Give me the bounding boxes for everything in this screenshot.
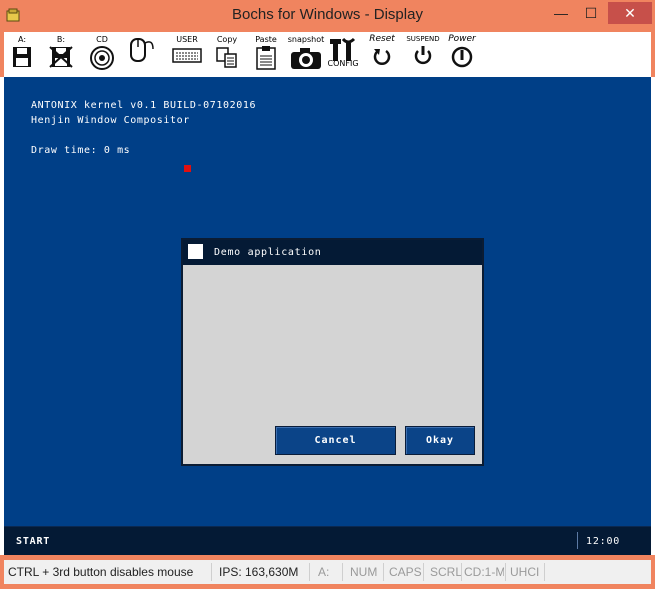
copy-label: Copy: [216, 35, 238, 44]
config-button[interactable]: CONFIG: [326, 32, 360, 77]
floppy-a-button[interactable]: A:: [8, 32, 36, 77]
status-num-lock: NUM: [350, 565, 378, 579]
floppy-a-label: A:: [17, 35, 27, 44]
power-icon: [451, 46, 473, 68]
okay-button[interactable]: Okay: [405, 426, 475, 455]
floppy-b-label: B:: [56, 35, 66, 44]
snapshot-button[interactable]: snapshot: [286, 32, 326, 77]
status-bar: CTRL + 3rd button disables mouse IPS: 16…: [0, 555, 655, 589]
reset-icon: [373, 49, 391, 65]
reset-label: Reset: [369, 34, 395, 44]
paste-button[interactable]: Paste: [250, 32, 282, 77]
cdrom-label: CD: [96, 35, 108, 44]
copy-button[interactable]: Copy: [210, 32, 244, 77]
emulator-screen[interactable]: ANTONIX kernel v0.1 BUILD-07102016 Henji…: [4, 77, 651, 526]
clock: 12:00: [586, 536, 621, 547]
power-label: Power: [448, 34, 476, 44]
status-drive-a: A:: [318, 565, 330, 579]
close-button[interactable]: ✕: [608, 2, 652, 24]
demo-application-window[interactable]: Demo application Cancel Okay: [181, 238, 484, 466]
console-line-kernel: ANTONIX kernel v0.1 BUILD-07102016: [31, 100, 257, 111]
console-line-draw-time: Draw time: 0 ms: [31, 145, 131, 156]
status-scroll-lock: SCRL: [430, 565, 463, 579]
mouse-icon: [130, 38, 154, 62]
cdrom-button[interactable]: CD: [86, 32, 118, 77]
dialog-titlebar[interactable]: Demo application: [183, 240, 482, 265]
floppy-b-button[interactable]: B:: [44, 32, 78, 77]
paste-label: Paste: [255, 35, 277, 44]
mouse-cursor: [184, 165, 191, 172]
suspend-label: SUSPEND: [406, 35, 440, 43]
floppy-icon: [13, 47, 31, 67]
window-titlebar[interactable]: Bochs for Windows - Display — ☐ ✕: [0, 0, 655, 32]
reset-button[interactable]: Reset: [364, 32, 400, 77]
floppy-disabled-icon: [49, 46, 73, 68]
cancel-button[interactable]: Cancel: [275, 426, 396, 455]
keyboard-icon: [172, 48, 202, 63]
status-ips: IPS: 163,630M: [219, 565, 299, 579]
mouse-button[interactable]: [124, 32, 160, 77]
copy-icon: [216, 47, 237, 68]
clock-divider: [577, 532, 578, 549]
minimize-button[interactable]: —: [548, 2, 574, 24]
taskbar: START 12:00: [4, 526, 651, 555]
status-cdrom: CD:1-M: [464, 565, 504, 579]
dialog-title: Demo application: [214, 247, 322, 258]
cdrom-icon: [90, 46, 114, 70]
status-hint: CTRL + 3rd button disables mouse: [8, 565, 194, 579]
status-uhci: UHCI: [510, 565, 540, 579]
power-button[interactable]: Power: [444, 32, 480, 77]
user-button[interactable]: USER: [168, 32, 206, 77]
config-label: CONFIG: [327, 59, 359, 68]
suspend-icon: [414, 46, 432, 65]
maximize-button[interactable]: ☐: [578, 2, 604, 24]
start-button[interactable]: START: [16, 536, 50, 547]
user-label: USER: [176, 35, 198, 44]
camera-icon: [291, 48, 321, 69]
bochs-toolbar: A: B: CD USER Copy Paste snapshot CONFIG…: [0, 32, 655, 77]
paste-icon: [256, 46, 276, 70]
suspend-button[interactable]: SUSPEND: [404, 32, 442, 77]
snapshot-label: snapshot: [287, 35, 325, 44]
window-icon[interactable]: [188, 244, 203, 259]
console-line-compositor: Henjin Window Compositor: [31, 115, 190, 126]
status-caps-lock: CAPS: [389, 565, 422, 579]
